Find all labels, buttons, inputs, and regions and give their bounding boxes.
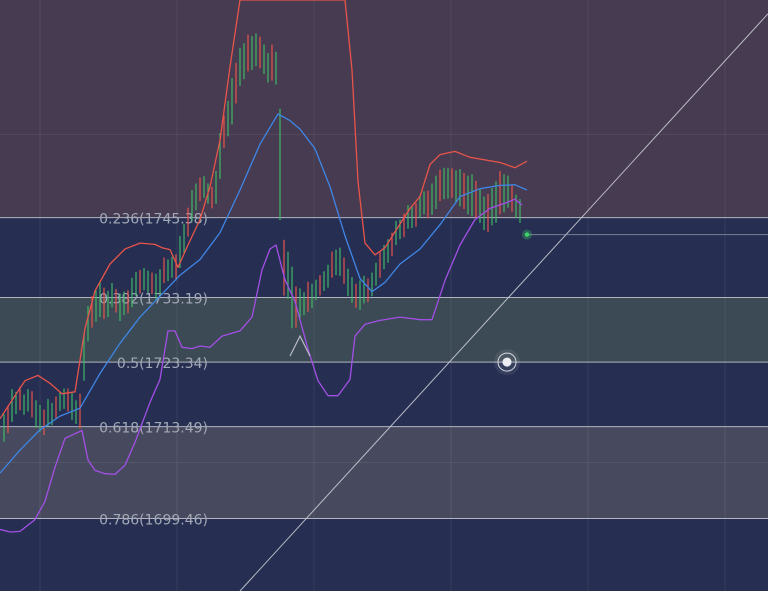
fib-label-0.618: 0.618(1713.49)	[99, 421, 208, 437]
trend-handle[interactable]	[502, 357, 512, 367]
fib-label-0.786: 0.786(1699.46)	[99, 513, 208, 529]
chart-canvas[interactable]: 0.236(1745.38)0.382(1733.19)0.5(1723.34)…	[0, 0, 768, 591]
fib-band-top	[0, 0, 768, 218]
fib-band-0.618	[0, 426, 768, 519]
last-price-marker	[524, 232, 530, 237]
fib-band-0.5	[0, 362, 768, 427]
fib-band-0.786	[0, 518, 768, 591]
fibonacci-bollinger-chart[interactable]: 0.236(1745.38) 0.382(1733.19) 0.5(1723.34)…	[0, 0, 768, 591]
